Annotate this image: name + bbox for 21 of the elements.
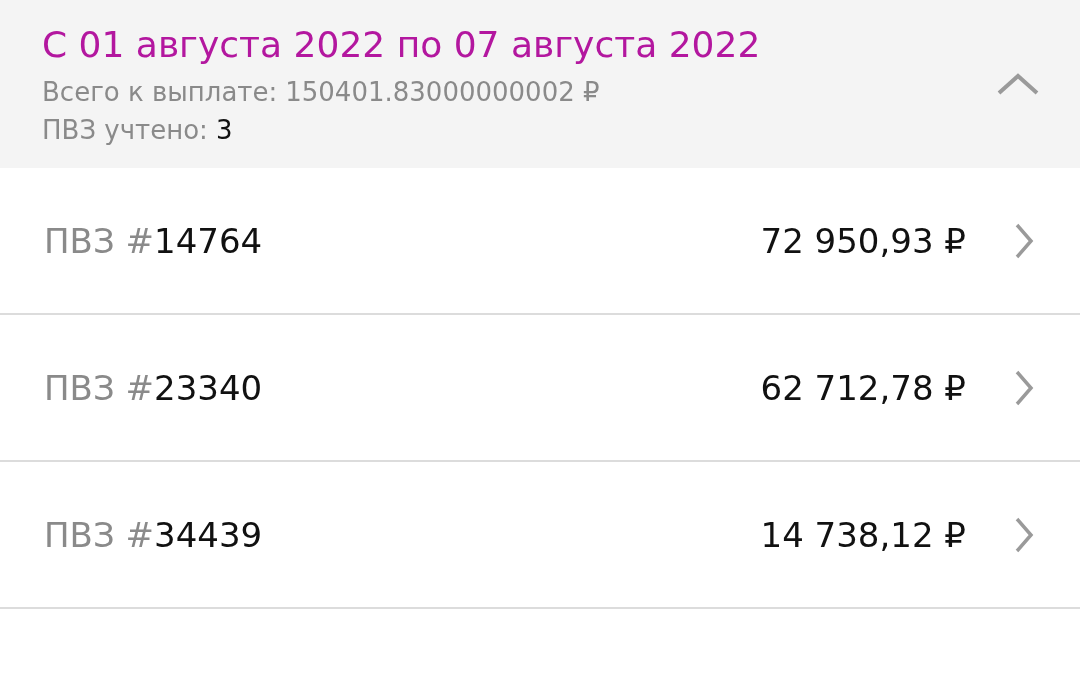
point-prefix: ПВЗ #	[44, 514, 154, 555]
point-prefix: ПВЗ #	[44, 220, 154, 261]
pickup-point-row[interactable]: ПВЗ #14764 72 950,93 ₽	[0, 168, 1080, 315]
pickup-point-row[interactable]: ПВЗ #23340 62 712,78 ₽	[0, 315, 1080, 462]
chevron-right-icon	[1014, 368, 1034, 407]
point-id: 23340	[154, 367, 263, 408]
point-amount: 14 738,12 ₽	[760, 514, 966, 555]
point-amount: 62 712,78 ₽	[760, 367, 966, 408]
point-id: 34439	[154, 514, 263, 555]
chevron-right-icon	[1014, 221, 1034, 260]
total-label: Всего к выплате:	[42, 76, 278, 107]
count-value: 3	[215, 114, 233, 145]
total-value: 150401.83000000002 ₽	[285, 76, 600, 107]
period-title: С 01 августа 2022 по 07 августа 2022	[42, 23, 761, 65]
point-prefix: ПВЗ #	[44, 367, 154, 408]
point-amount: 72 950,93 ₽	[760, 220, 966, 261]
chevron-right-icon	[1014, 515, 1034, 554]
point-id: 14764	[154, 220, 263, 261]
pickup-point-row[interactable]: ПВЗ #34439 14 738,12 ₽	[0, 462, 1080, 609]
count-label: ПВЗ учтено:	[42, 114, 208, 145]
period-header[interactable]: С 01 августа 2022 по 07 августа 2022 Всего к выплате: 150401.83000000002 ₽ ПВЗ учтено: 3	[0, 0, 1080, 168]
